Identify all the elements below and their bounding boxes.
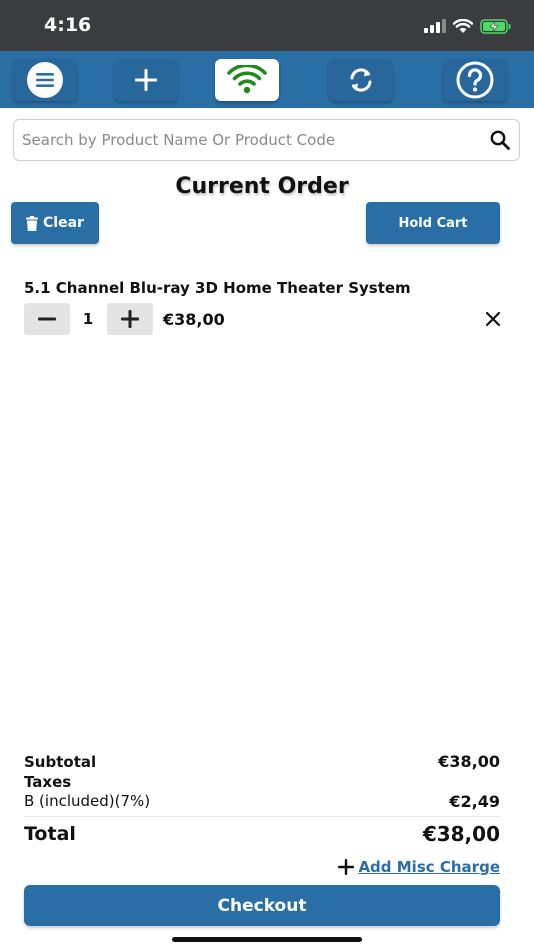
add-misc-charge-link[interactable]: Add Misc Charge (338, 858, 500, 876)
plus-icon (338, 859, 355, 875)
help-button[interactable] (443, 59, 507, 101)
tax-line-value: €2,49 (449, 792, 500, 811)
hold-cart-button[interactable]: Hold Cart (366, 202, 500, 244)
subtotal-label: Subtotal (24, 753, 97, 771)
add-misc-charge-label: Add Misc Charge (358, 858, 500, 876)
status-icons (424, 17, 512, 35)
wifi-status-icon (453, 18, 473, 33)
menu-icon (27, 62, 63, 98)
quantity-value: 1 (82, 310, 94, 328)
wifi-icon (227, 65, 267, 94)
connection-status-button[interactable] (215, 59, 279, 101)
order-item-name: 5.1 Channel Blu-ray 3D Home Theater Syst… (24, 279, 411, 297)
search-icon[interactable] (489, 129, 511, 151)
total-label: Total (24, 823, 76, 845)
total-value: €38,00 (422, 822, 500, 846)
battery-charging-icon (480, 18, 511, 34)
search-input[interactable] (22, 131, 489, 149)
search-bar (13, 119, 520, 161)
order-item-price: €38,00 (163, 310, 225, 329)
status-bar: 4:16 (0, 0, 534, 51)
add-button[interactable] (114, 59, 178, 101)
remove-item-close-icon[interactable] (483, 309, 503, 329)
sync-button[interactable] (329, 59, 393, 101)
clear-button-label: Clear (43, 215, 84, 231)
taxes-label: Taxes (24, 773, 72, 791)
plus-icon (121, 310, 139, 328)
clear-button[interactable]: Clear (11, 202, 99, 244)
top-toolbar (0, 51, 534, 108)
help-icon (456, 61, 494, 99)
checkout-label: Checkout (217, 895, 307, 916)
page-title: Current Order (175, 174, 349, 199)
summary-divider (24, 816, 500, 817)
decrease-quantity-button[interactable] (24, 303, 70, 335)
increase-quantity-button[interactable] (107, 303, 153, 335)
hold-cart-label: Hold Cart (398, 215, 468, 231)
checkout-button[interactable]: Checkout (24, 885, 500, 926)
tax-line-label: B (included)(7%) (24, 792, 151, 810)
minus-icon (38, 317, 56, 321)
subtotal-value: €38,00 (438, 752, 500, 771)
cellular-signal-icon (424, 19, 446, 33)
status-time: 4:16 (44, 14, 92, 36)
trash-icon (26, 215, 39, 231)
plus-icon (135, 69, 157, 91)
home-indicator (172, 937, 362, 942)
sync-icon (350, 68, 372, 92)
menu-button[interactable] (13, 59, 77, 101)
